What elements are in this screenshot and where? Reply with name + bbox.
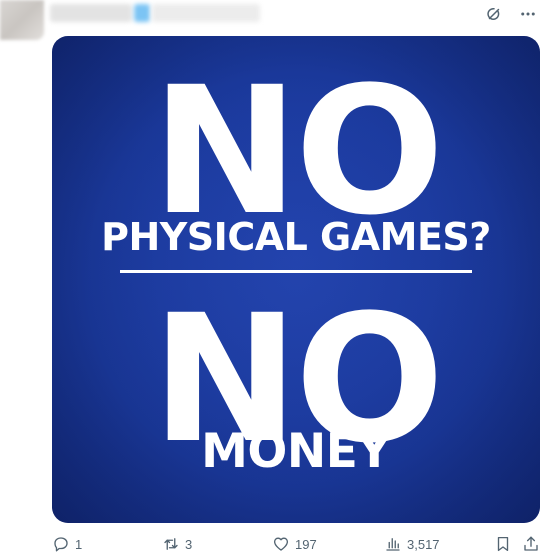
image-subline-1: PHYSICAL GAMES? (101, 215, 491, 259)
post-header (0, 0, 550, 40)
image-divider (120, 270, 472, 273)
reply-icon (54, 537, 68, 552)
repost-count: 3 (185, 536, 193, 552)
heart-icon (273, 537, 289, 551)
like-button[interactable]: 197 (272, 535, 317, 553)
post-image[interactable]: NO PHYSICAL GAMES? NO MONEY (52, 36, 540, 523)
author-handle-redacted[interactable] (152, 4, 260, 22)
share-icon (524, 536, 538, 551)
header-icons (484, 4, 538, 24)
grok-icon[interactable] (484, 4, 504, 24)
more-icon[interactable] (518, 4, 538, 24)
analytics-icon (386, 538, 400, 551)
repost-icon (164, 538, 178, 550)
share-button[interactable] (522, 535, 540, 553)
action-bar: 1 3 197 3,517 (50, 535, 540, 557)
reply-button[interactable]: 1 (52, 535, 82, 553)
verified-badge-redacted (134, 4, 150, 22)
avatar[interactable] (0, 0, 44, 40)
views-count: 3,517 (407, 536, 440, 552)
image-subline-2: MONEY (201, 424, 391, 479)
repost-button[interactable]: 3 (162, 535, 192, 553)
bookmark-button[interactable] (494, 535, 512, 553)
reply-count: 1 (75, 536, 83, 552)
like-count: 197 (295, 536, 317, 552)
image-headline-1: NO (151, 49, 445, 254)
views-button[interactable]: 3,517 (384, 535, 440, 553)
author-name-redacted[interactable] (50, 4, 132, 22)
bookmark-icon (497, 536, 509, 552)
